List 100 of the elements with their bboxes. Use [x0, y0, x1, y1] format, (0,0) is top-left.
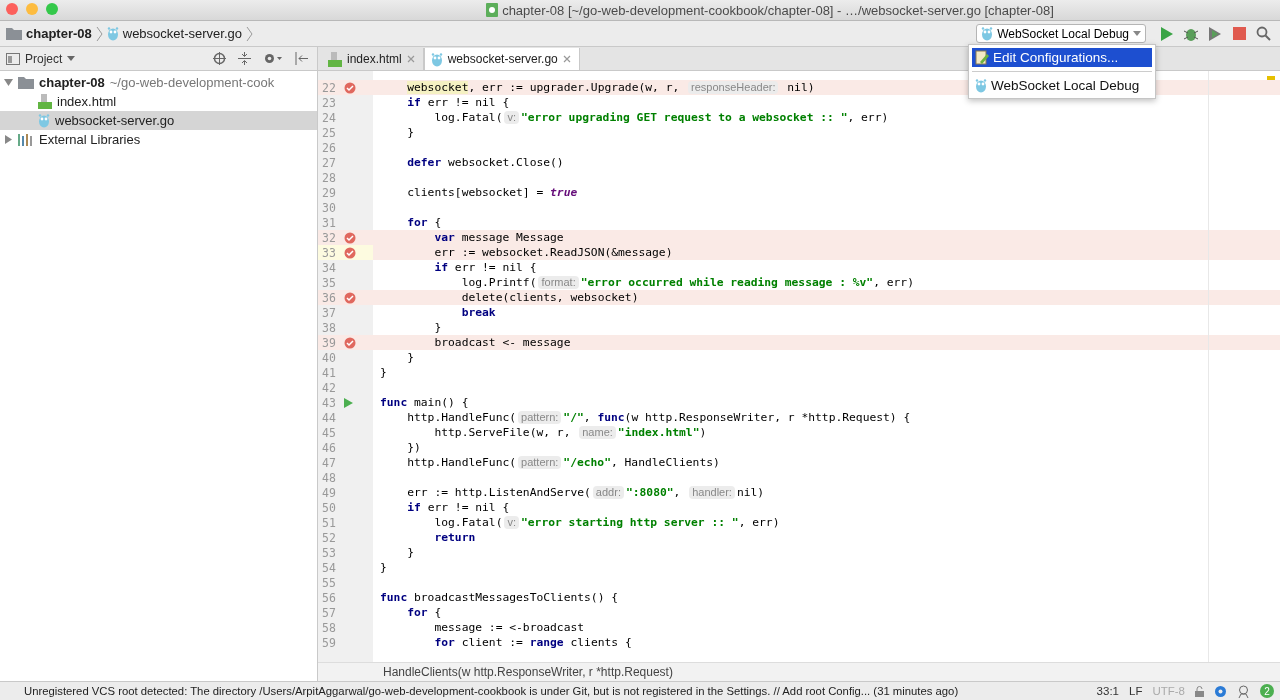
line-number: 46 [321, 440, 337, 455]
project-view-selector[interactable]: Project [6, 51, 76, 66]
search-button[interactable] [1256, 26, 1271, 41]
code-text: break [461, 306, 496, 319]
menu-item[interactable]: Edit Configurations... [972, 48, 1152, 67]
code-text: err := websocket.ReadJSON(&message) [434, 246, 673, 259]
close-icon[interactable] [562, 55, 571, 63]
code-text: "/", func(w http.ResponseWriter, r *http.Request) { [563, 411, 911, 424]
line-number: 24 [321, 110, 337, 125]
code-text: for { [407, 216, 442, 229]
line-number: 26 [321, 140, 337, 155]
breakpoint-icon[interactable] [344, 246, 356, 259]
chevron-icon [246, 25, 253, 42]
gopher-icon [430, 51, 443, 67]
code-text: delete(clients, websocket) [461, 291, 639, 304]
line-number: 56 [321, 590, 337, 605]
parameter-hint: pattern: [518, 456, 562, 469]
code-text: if err != nil { [407, 96, 510, 109]
code-text: } [407, 351, 415, 364]
tree-item[interactable]: External Libraries [0, 130, 317, 149]
line-number: 47 [321, 455, 337, 470]
line-number: 28 [321, 170, 337, 185]
settings-button[interactable] [263, 52, 283, 65]
line-number: 25 [321, 125, 337, 140]
breakpoint-icon[interactable] [344, 231, 356, 244]
gear-icon[interactable] [1214, 684, 1227, 698]
line-number: 54 [321, 560, 337, 575]
code-text: } [407, 126, 415, 139]
code-text: }) [407, 441, 421, 454]
line-number: 37 [321, 305, 337, 320]
folder-icon [18, 76, 34, 89]
line-number: 35 [321, 275, 337, 290]
tree-item[interactable]: chapter-08 ~/go-web-development-cook [0, 73, 317, 92]
zoom-button[interactable] [46, 3, 58, 15]
tree-item-label: External Libraries [39, 132, 141, 147]
library-icon [18, 133, 34, 146]
code-text: return [434, 531, 476, 544]
close-button[interactable] [6, 3, 18, 15]
line-number: 57 [321, 605, 337, 620]
gopher-icon [975, 78, 987, 93]
parameter-hint: format: [538, 276, 579, 289]
run-button[interactable] [1161, 26, 1173, 41]
code-text: "error upgrading GET request to a websocket :: ", err) [521, 111, 889, 124]
line-number: 41 [321, 365, 337, 380]
tree-item-path: ~/go-web-development-cook [109, 75, 275, 90]
code-text: "error starting http server :: ", err) [521, 516, 780, 529]
line-number: 23 [321, 95, 337, 110]
collapse-button[interactable] [238, 52, 251, 65]
tree-item[interactable]: index.html [0, 92, 317, 111]
parameter-hint: v: [504, 111, 519, 124]
line-number: 22 [321, 80, 337, 95]
cursor-position[interactable]: 33:1 [1096, 685, 1119, 697]
gopher-icon [106, 26, 119, 41]
locate-button[interactable] [213, 52, 226, 65]
breakpoint-icon[interactable] [344, 81, 356, 94]
breakpoint-icon[interactable] [344, 291, 356, 304]
expand-right-icon[interactable] [4, 135, 13, 144]
code-text: err := http.ListenAndServe( [407, 486, 591, 499]
lock-icon[interactable] [1195, 685, 1204, 697]
code-text: func broadcastMessagesToClients() { [380, 591, 619, 604]
code-text: http.ServeFile(w, r, [434, 426, 572, 439]
code-text: } [380, 366, 387, 379]
breadcrumb[interactable]: websocket-server.go [106, 25, 253, 42]
code-text: nil) [786, 81, 815, 94]
line-number: 58 [321, 620, 337, 635]
code-text: } [407, 546, 415, 559]
parameter-hint: pattern: [518, 411, 562, 424]
code-text: broadcast <- message [434, 336, 571, 349]
parameter-hint: responseHeader: [688, 81, 779, 94]
expand-down-icon[interactable] [4, 78, 13, 87]
code-text: log.Fatal( [434, 516, 503, 529]
code-text: for client := range clients { [434, 636, 632, 649]
code-text: } [380, 561, 387, 574]
line-separator[interactable]: LF [1129, 685, 1143, 697]
caret-icon [67, 55, 76, 62]
signature-hint: HandleClients(w http.ResponseWriter, r *http.Request) [383, 665, 673, 679]
code-text: log.Printf( [461, 276, 537, 289]
breadcrumb[interactable]: chapter-08 [6, 25, 103, 42]
run-config-dropdown[interactable]: WebSocket Local Debug [976, 24, 1146, 43]
editor-tab[interactable]: websocket-server.go [423, 48, 580, 70]
code-text: nil) [736, 486, 765, 499]
code-text: if err != nil { [434, 261, 537, 274]
line-number: 50 [321, 500, 337, 515]
close-icon[interactable] [406, 55, 415, 63]
code-text: ":8080", [625, 486, 682, 499]
run-icon[interactable] [344, 397, 353, 408]
status-message: Unregistered VCS root detected: The directory /Users/ArpitAggarwal/go-web-development-cookbook is under Git, but is not registered in the Settings. // Add root Config... (31 minutes ago) [24, 685, 960, 697]
breakpoint-icon[interactable] [344, 336, 356, 349]
tree-item[interactable]: websocket-server.go [0, 111, 317, 130]
inspector-icon[interactable] [1237, 684, 1250, 698]
parameter-hint: name: [579, 426, 616, 439]
coverage-button[interactable] [1209, 26, 1223, 41]
code-text: for { [407, 606, 442, 619]
hide-panel-button[interactable] [295, 52, 308, 65]
line-number: 52 [321, 530, 337, 545]
edit-config-icon [975, 50, 989, 65]
menu-item[interactable]: WebSocket Local Debug [972, 76, 1152, 95]
code-text: clients[websocket] = true [407, 186, 578, 199]
tree-item-label: index.html [57, 94, 117, 109]
caret-icon [1133, 30, 1141, 37]
